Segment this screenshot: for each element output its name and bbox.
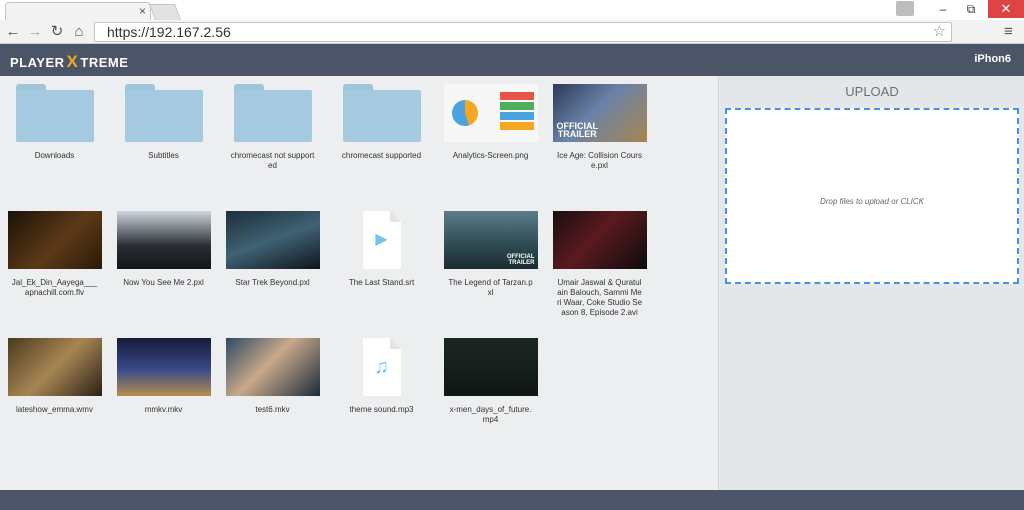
file-name: x-men_days_of_future.mp4 [449,405,532,424]
trailer-label: OFFICIAL TRAILER [556,121,599,139]
file-name: Downloads [34,151,75,160]
file-item[interactable]: Star Trek Beyond.pxl [225,211,320,288]
browser-tabstrip: × – ⧉ ✕ [0,0,1024,20]
logo-x: X [66,52,79,71]
restore-button[interactable]: ⧉ [956,0,986,18]
file-name: theme sound.mp3 [349,405,414,414]
file-name: Star Trek Beyond.pxl [235,278,310,287]
file-item[interactable]: test6.mkv [225,338,320,415]
file-name: chromecast supported [341,151,422,160]
home-icon[interactable]: ⌂ [70,22,88,42]
file-browser: Downloads Subtitles chromecast not suppo… [0,76,718,490]
file-name: lateshow_emma.wmv [16,405,93,414]
browser-toolbar: ← → ↻ ⌂ https://192.167.2.56 ☆ ≡ [0,20,1024,44]
file-item[interactable]: Now You See Me 2.pxl [116,211,211,288]
file-name: chromecast not supported [230,151,315,170]
reload-icon[interactable]: ↻ [48,22,66,42]
folder-icon [342,84,421,142]
new-tab-button[interactable] [149,4,181,20]
video-thumbnail [225,211,320,269]
file-item[interactable]: chromecast supported [334,84,429,161]
upload-title: UPLOAD [845,84,899,99]
folder-icon [15,84,94,142]
url-text[interactable]: https://192.167.2.56 [107,24,231,41]
file-name: Now You See Me 2.pxl [123,278,204,287]
video-thumbnail [443,338,538,396]
file-item[interactable]: OFFICIAL TRAILER The Legend of Tarzan.px… [443,211,538,298]
browser-tab[interactable]: × [5,2,151,20]
file-item[interactable]: mmkv.mkv [116,338,211,415]
tab-close-icon[interactable]: × [139,4,146,18]
image-thumbnail [443,84,538,142]
user-profile-icon[interactable] [896,1,914,16]
device-name: iPhon6 [974,53,1011,65]
subtitle-file-icon: ▶ [362,211,401,269]
file-item[interactable]: lateshow_emma.wmv [7,338,102,415]
file-name: test6.mkv [255,405,290,414]
audio-file-icon: ♫ [362,338,401,396]
video-thumbnail [116,211,211,269]
close-window-button[interactable]: ✕ [988,0,1024,18]
file-item[interactable]: ▶ The Last Stand.srt [334,211,429,288]
video-thumbnail [116,338,211,396]
file-item[interactable]: Jal_Ek_Din_Aayega___apnachill.com.flv [7,211,102,298]
logo-text-right: TREME [80,55,129,70]
upload-panel: UPLOAD Drop files to upload or CLICK [718,76,1024,490]
folder-icon [233,84,312,142]
app-footer [0,490,1024,510]
file-item[interactable]: OFFICIAL TRAILER Ice Age: Collision Cour… [552,84,647,171]
video-thumbnail: OFFICIAL TRAILER [443,211,538,269]
file-item[interactable]: ♫ theme sound.mp3 [334,338,429,415]
video-thumbnail [552,211,647,269]
file-item[interactable]: chromecast not supported [225,84,320,171]
address-bar[interactable]: https://192.167.2.56 ☆ [94,22,952,42]
video-thumbnail [225,338,320,396]
app-header: PLAYER X TREME iPhon6 [0,44,1024,76]
video-thumbnail: OFFICIAL TRAILER [552,84,647,142]
file-name: Ice Age: Collision Course.pxl [557,151,642,170]
minimize-button[interactable]: – [928,0,958,18]
file-item[interactable]: x-men_days_of_future.mp4 [443,338,538,425]
file-name: mmkv.mkv [144,405,183,414]
app-logo: PLAYER X TREME [10,52,128,72]
file-name: Jal_Ek_Din_Aayega___apnachill.com.flv [11,278,98,297]
forward-arrow-icon[interactable]: → [26,22,44,42]
file-item[interactable]: Umair Jaswal & Quratulain Balouch, Sammi… [552,211,647,318]
back-arrow-icon[interactable]: ← [4,22,22,42]
file-name: The Legend of Tarzan.pxl [448,278,533,297]
trailer-label: OFFICIAL TRAILER [506,254,535,266]
file-name: The Last Stand.srt [348,278,415,287]
dropzone-text: Drop files to upload or CLICK [819,197,925,206]
file-name: Umair Jaswal & Quratulain Balouch, Sammi… [556,278,643,317]
file-name: Subtitles [148,151,179,160]
video-thumbnail [7,338,102,396]
upload-dropzone[interactable]: Drop files to upload or CLICK [725,108,1019,284]
file-item[interactable]: Subtitles [116,84,211,161]
file-name: Analytics-Screen.png [452,151,529,160]
file-item[interactable]: Analytics-Screen.png [443,84,538,161]
file-item[interactable]: Downloads [7,84,102,161]
video-thumbnail [7,211,102,269]
bookmark-star-icon[interactable]: ☆ [933,23,946,41]
browser-menu-icon[interactable]: ≡ [1004,22,1013,42]
logo-text-left: PLAYER [10,55,65,70]
folder-icon [124,84,203,142]
